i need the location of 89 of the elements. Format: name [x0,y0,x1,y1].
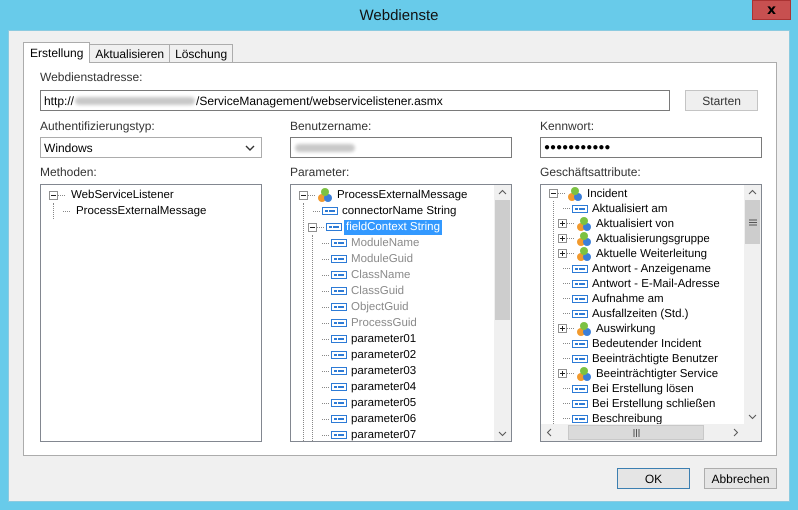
tree-item[interactable]: Bei Erstellung lösen [590,382,696,396]
tree-item[interactable]: Beeinträchtigte Benutzer [590,352,720,366]
field-icon [331,300,347,314]
expander-box[interactable] [558,324,567,333]
arrow-left-icon [546,428,552,437]
start-button[interactable]: Starten [685,90,758,111]
tree-item[interactable]: WebServiceListener [69,188,176,202]
username-field[interactable] [290,137,512,158]
cancel-button[interactable]: Abbrechen [704,468,777,489]
url-field[interactable]: http:// /ServiceManagement/webservicelistener.asmx [40,90,670,111]
tree-item[interactable]: parameter02 [349,348,418,362]
expander-box[interactable] [49,190,58,200]
tab[interactable]: Löschung [169,44,234,62]
window-title: Webdienste [360,6,438,24]
tree-item[interactable]: Aktuelle Weiterleitung [594,246,710,260]
field-icon [331,236,347,250]
tree-item[interactable]: Bedeutender Incident [590,336,704,350]
field-icon [331,364,347,378]
scrollbar-thumb[interactable] [495,200,510,320]
field-icon [331,284,347,298]
expander-box[interactable] [558,219,567,228]
tree-item[interactable]: parameter01 [349,332,418,346]
tree-item[interactable]: parameter06 [349,412,418,426]
tree-item[interactable]: Beeinträchtigter Service [594,366,720,380]
tab[interactable]: Erstellung [23,42,90,63]
field-label: Kennwort: [540,119,596,134]
scrollbar-thumb[interactable] [745,200,760,244]
tree-item[interactable]: Auswirkung [594,322,658,336]
tree-item[interactable]: Incident [585,186,630,200]
field-icon [331,380,347,394]
expander-box[interactable] [308,222,317,232]
field-icon [331,252,347,266]
field-label: Authentifizierungstyp: [40,119,156,134]
field-icon [326,220,342,234]
field-label: Geschäftsattribute: [540,165,642,180]
password-field[interactable]: ●●●●●●●●●●● [540,137,762,158]
tree-item[interactable]: parameter05 [349,396,418,410]
field-icon [331,332,347,346]
expander-box[interactable] [558,249,567,258]
tree-item[interactable]: Antwort - E-Mail-Adresse [590,276,722,290]
entity-icon [576,230,592,246]
field-icon [322,204,338,218]
arrow-down-icon [748,414,757,420]
grip-icon [632,428,640,436]
arrow-up-icon [498,189,507,195]
scrollbar-thumb[interactable] [568,425,704,440]
tree-item[interactable]: Aufnahme am [590,292,666,306]
tree-item[interactable]: parameter07 [349,428,418,441]
expander-box[interactable] [558,234,567,243]
entity-icon [576,366,592,382]
chevron-down-icon [245,144,255,150]
entity-icon [576,246,592,262]
field-label: Webdienstadresse: [40,70,144,85]
tree-item[interactable]: parameter03 [349,364,418,378]
entity-icon [317,187,333,203]
field-icon [331,412,347,426]
tree-item[interactable]: Aktualisiert von [594,216,676,230]
field-icon [331,348,347,362]
arrow-right-icon [733,428,739,437]
field-icon [331,396,347,410]
expander-box[interactable] [549,189,558,198]
field-label: Methoden: [40,165,98,180]
auth-type-dropdown[interactable]: Windows [40,137,262,158]
tree-item[interactable]: ProcessExternalMessage [74,204,208,218]
field-icon [331,316,347,330]
expander-box[interactable] [299,190,308,200]
tree-item[interactable]: Beschreibung [590,412,664,424]
arrow-down-icon [498,431,507,437]
tree-item[interactable]: Aktualisierungsgruppe [594,232,712,246]
entity-icon [576,216,592,232]
tree-item[interactable]: Antwort - Anzeigename [590,262,713,276]
ok-button[interactable]: OK [617,468,690,489]
arrow-up-icon [748,189,757,195]
grip-icon [748,218,756,226]
field-label: Parameter: [290,165,350,180]
tree-item[interactable]: parameter04 [349,380,418,394]
field-icon [331,268,347,282]
tree-item[interactable]: ProcessExternalMessage [335,188,470,202]
tree-item[interactable]: connectorName String [340,204,458,218]
entity-icon [576,320,592,336]
tree-item[interactable]: Aktualisiert am [590,202,670,216]
close-button[interactable]: x [752,0,791,20]
entity-icon [567,186,583,202]
field-label: Benutzername: [290,119,372,134]
tree-item[interactable]: Ausfallzeiten (Std.) [590,306,691,320]
tree-item[interactable]: Bei Erstellung schließen [590,396,718,410]
expander-box[interactable] [558,369,567,378]
vertical-scrollbar[interactable] [494,185,511,441]
vertical-scrollbar[interactable] [744,185,761,424]
